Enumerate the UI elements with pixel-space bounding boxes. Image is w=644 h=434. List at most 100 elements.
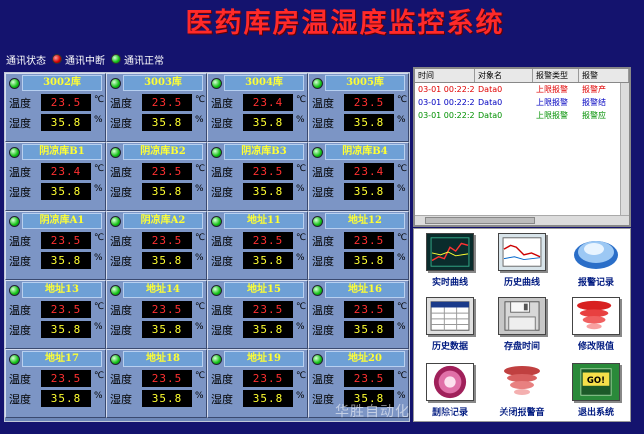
- humidity-row: 湿度 35.8%: [311, 252, 409, 270]
- temperature-row: 温度 23.5 ℃: [8, 94, 106, 112]
- station-header: 地址12: [309, 212, 408, 232]
- temperature-label: 温度: [9, 373, 31, 386]
- mute-alarm-icon: [504, 366, 540, 395]
- humidity-label: 湿度: [211, 393, 233, 406]
- temperature-value: 23.5: [243, 370, 293, 387]
- temperature-value: 23.4: [243, 94, 293, 111]
- station-panel: 3003库 温度 23.5 ℃ 湿度 35.8%: [106, 73, 207, 142]
- alarm-record-button[interactable]: 报警记录: [564, 231, 628, 291]
- temperature-value: 23.5: [41, 301, 91, 318]
- modify-limit-button[interactable]: 修改限值: [564, 295, 628, 355]
- humidity-label: 湿度: [110, 324, 132, 337]
- alarm-rows: 03-01 00:22:21.Data0上限报警报警产 03-01 00:22:2…: [415, 83, 629, 122]
- humidity-value: 35.8: [142, 321, 192, 338]
- humidity-label: 湿度: [110, 255, 132, 268]
- station-header: 3005库: [309, 74, 408, 94]
- column-header-object[interactable]: 对象名: [475, 69, 533, 82]
- humidity-label: 湿度: [9, 393, 31, 406]
- temperature-unit: ℃: [296, 302, 307, 312]
- horizontal-scrollbar[interactable]: [415, 215, 629, 225]
- comm-led-icon: [110, 354, 121, 365]
- humidity-unit: %: [397, 184, 406, 194]
- station-name: 地址14: [123, 282, 203, 298]
- humidity-row: 湿度 35.8%: [109, 390, 207, 408]
- station-header: 地址13: [6, 281, 105, 301]
- alarm-record-icon: [574, 241, 618, 269]
- temperature-label: 温度: [211, 166, 233, 179]
- temperature-label: 温度: [110, 97, 132, 110]
- alarm-row[interactable]: 03-01 00:22:21.Data0上限报警报警产: [415, 83, 629, 96]
- column-header-time[interactable]: 时间: [415, 69, 475, 82]
- save-time-button[interactable]: 存盘时间: [490, 295, 554, 355]
- humidity-row: 湿度 35.8%: [109, 321, 207, 339]
- vertical-scrollbar[interactable]: [620, 83, 629, 215]
- temperature-unit: ℃: [94, 233, 105, 243]
- alarm-object: Data0: [478, 98, 503, 107]
- station-header: 地址16: [309, 281, 408, 301]
- alarm-row[interactable]: 03-01 00:22:21.Data0上限报警报警结: [415, 96, 629, 109]
- alarm-type: 上限报警: [536, 98, 568, 107]
- temperature-value: 23.5: [142, 232, 192, 249]
- humidity-value: 35.8: [41, 390, 91, 407]
- comm-led-icon: [9, 354, 20, 365]
- station-panel: 阴凉库A1 温度 23.5 ℃ 湿度 35.8%: [5, 211, 106, 280]
- humidity-value: 35.8: [344, 183, 394, 200]
- humidity-label: 湿度: [312, 393, 334, 406]
- realtime-curve-icon: [426, 233, 474, 271]
- humidity-row: 湿度 35.8%: [210, 390, 308, 408]
- exit-button[interactable]: GO! 退出系统: [564, 361, 628, 421]
- humidity-value: 35.8: [142, 183, 192, 200]
- history-data-button[interactable]: 历史数据: [418, 295, 482, 355]
- station-name: 3005库: [325, 75, 405, 91]
- comm-led-icon: [9, 216, 20, 227]
- station-header: 3003库: [107, 74, 206, 94]
- humidity-value: 35.8: [243, 252, 293, 269]
- temperature-value: 23.5: [41, 370, 91, 387]
- station-header: 地址17: [6, 350, 105, 370]
- alarm-time: 03-01 00:22:21.: [418, 111, 475, 120]
- station-panel: 阴凉库A2 温度 23.5 ℃ 湿度 35.8%: [106, 211, 207, 280]
- station-panel: 阴凉库B1 温度 23.4 ℃ 湿度 35.8%: [5, 142, 106, 211]
- history-data-label: 历史数据: [431, 342, 468, 352]
- temperature-label: 温度: [211, 97, 233, 110]
- column-header-type[interactable]: 报警类型: [533, 69, 579, 82]
- station-name: 3003库: [123, 75, 203, 91]
- temperature-row: 温度 23.5 ℃: [8, 370, 106, 388]
- humidity-unit: %: [94, 391, 103, 401]
- realtime-curve-button[interactable]: 实时曲线: [418, 231, 482, 291]
- exit-label: 退出系统: [577, 408, 614, 418]
- temperature-unit: ℃: [94, 95, 105, 105]
- station-name: 阴凉库A1: [22, 213, 102, 229]
- humidity-value: 35.8: [41, 321, 91, 338]
- station-header: 地址19: [208, 350, 307, 370]
- alarm-log-table[interactable]: 时间 对象名 报警类型 报警 03-01 00:22:21.Data0上限报警报…: [413, 67, 631, 227]
- temperature-label: 温度: [211, 235, 233, 248]
- temperature-row: 温度 23.5 ℃: [109, 370, 207, 388]
- temperature-row: 温度 23.5 ℃: [109, 232, 207, 250]
- temperature-unit: ℃: [94, 302, 105, 312]
- scrollbar-thumb[interactable]: [425, 217, 535, 224]
- monitor-screen: 医药库房温湿度监控系统 通讯状态 通讯中断 通讯正常 3002库 温度 23.5 ℃ 湿…: [0, 0, 644, 434]
- temperature-value: 23.5: [344, 94, 394, 111]
- alarm-type: 上限报警: [536, 85, 568, 94]
- station-name: 阴凉库B1: [22, 144, 102, 160]
- temperature-row: 温度 23.5 ℃: [311, 232, 409, 250]
- humidity-unit: %: [397, 115, 406, 125]
- humidity-label: 湿度: [312, 186, 334, 199]
- column-header-event[interactable]: 报警: [579, 69, 629, 82]
- temperature-row: 温度 23.5 ℃: [311, 301, 409, 319]
- humidity-label: 湿度: [9, 117, 31, 130]
- alarm-row[interactable]: 03-01 00:22:21.Data0上限报警报警应: [415, 109, 629, 122]
- humidity-value: 35.8: [41, 114, 91, 131]
- humidity-unit: %: [397, 391, 406, 401]
- temperature-row: 温度 23.5 ℃: [210, 163, 308, 181]
- comm-led-icon: [312, 78, 323, 89]
- temperature-label: 温度: [211, 304, 233, 317]
- humidity-label: 湿度: [211, 255, 233, 268]
- temperature-row: 温度 23.5 ℃: [210, 370, 308, 388]
- history-curve-button[interactable]: 历史曲线: [490, 231, 554, 291]
- station-header: 3004库: [208, 74, 307, 94]
- comm-status-legend: 通讯状态 通讯中断 通讯正常: [6, 52, 164, 67]
- station-name: 地址18: [123, 351, 203, 367]
- humidity-unit: %: [296, 184, 305, 194]
